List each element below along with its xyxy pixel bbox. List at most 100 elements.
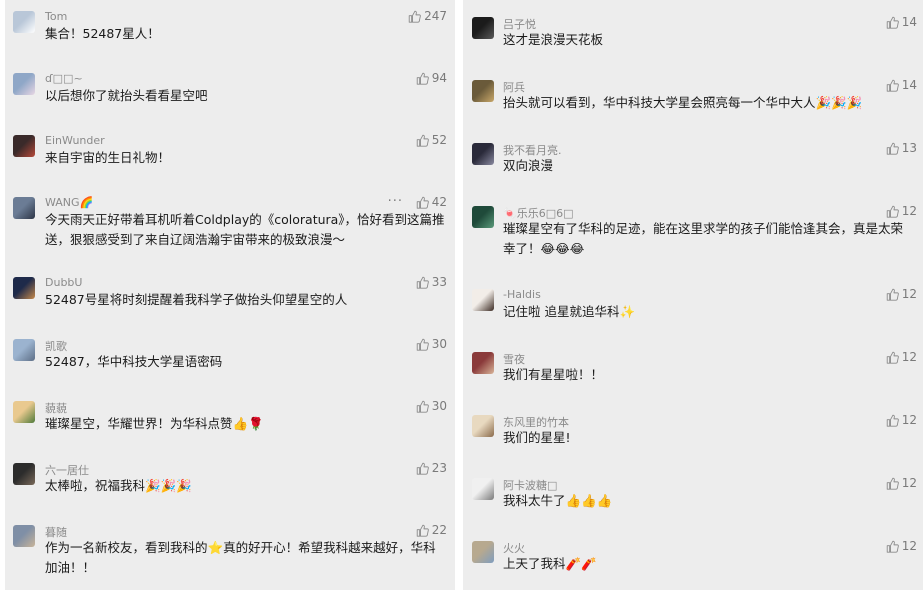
comment-text: 集合！52487星人！ [45,26,160,41]
comment-text: 记住啦 追星就追华科✨ [503,304,636,319]
avatar[interactable] [472,415,494,437]
like-button[interactable]: 12 [886,287,917,301]
like-count: 247 [424,9,447,23]
comment-text: 上天了我科🧨🧨 [503,556,597,571]
like-count: 22 [431,523,447,537]
like-count: 12 [901,204,917,218]
comment-item: 暮随 22 作为一名新校友，看到我科的⭐真的好开心！希望我科越来越好，华科加油！… [5,523,455,585]
comment-text: 作为一名新校友，看到我科的⭐真的好开心！希望我科越来越好，华科加油！！ [45,540,436,575]
like-count: 42 [431,195,447,209]
avatar[interactable] [472,541,494,563]
like-button[interactable]: 12 [886,204,917,218]
avatar[interactable] [13,73,35,95]
like-button[interactable]: 13 [886,141,917,155]
thumbs-up-icon [886,477,899,490]
thumbs-up-icon [886,540,899,553]
thumbs-up-icon [886,351,899,364]
like-button[interactable]: 42 [416,195,447,209]
comment-item: 我不看月亮. 13 双向浪漫 [463,141,923,203]
comment-text: 璀璨星空，华耀世界！为华科点赞👍🌹 [45,416,264,431]
avatar[interactable] [13,401,35,423]
like-count: 14 [901,78,917,92]
left-comment-panel: Tom 247 集合！52487星人！ ɗ□□~ 94 以后想你了就抬头看看星空… [5,0,455,590]
comment-text: 52487，华中科技大学星语密码 [45,354,223,369]
avatar[interactable] [472,17,494,39]
thumbs-up-icon [416,524,429,537]
avatar[interactable] [472,80,494,102]
like-count: 13 [901,141,917,155]
comment-item: 🍬乐乐6□6□ 12 璀璨星空有了华科的足迹，能在这里求学的孩子们能恰逢其会，真… [463,204,923,266]
comment-nickname: Tom [45,10,68,23]
thumbs-up-icon [416,134,429,147]
avatar[interactable] [13,135,35,157]
avatar[interactable] [472,289,494,311]
thumbs-up-icon [886,142,899,155]
comment-item: -Haldis 12 记住啦 追星就追华科✨ [463,287,923,349]
avatar[interactable] [13,197,35,219]
more-options-icon[interactable]: ··· [388,194,403,209]
avatar[interactable] [472,143,494,165]
like-count: 94 [431,71,447,85]
thumbs-up-icon [416,462,429,475]
avatar[interactable] [472,206,494,228]
avatar[interactable] [13,525,35,547]
like-count: 12 [901,287,917,301]
like-button[interactable]: 12 [886,539,917,553]
thumbs-up-icon [886,288,899,301]
like-button[interactable]: 22 [416,523,447,537]
comment-text: 抬头就可以看到，华中科技大学星会照亮每一个华中大人🎉🎉🎉 [503,95,863,110]
comment-item: EinWunder 52 来自宇宙的生日礼物！ [5,133,455,195]
comment-text: 我们有星星啦！！ [503,367,604,382]
like-button[interactable]: 23 [416,461,447,475]
avatar[interactable] [13,339,35,361]
right-comment-panel: 吕子悦 14 这才是浪漫天花板 阿兵 14 抬头就可以看到，华中科技大学星会照亮… [463,0,923,590]
comment-text: 太棒啦，祝福我科🎉🎉🎉 [45,478,192,493]
like-button[interactable]: 14 [886,78,917,92]
comment-item: 凯歌 30 52487，华中科技大学星语密码 [5,337,455,399]
thumbs-up-icon [416,400,429,413]
like-button[interactable]: 94 [416,71,447,85]
comment-text: 璀璨星空有了华科的足迹，能在这里求学的孩子们能恰逢其会，真是太荣幸了！😂😂😂 [503,221,904,256]
comment-item: 藐藐 30 璀璨星空，华耀世界！为华科点赞👍🌹 [5,399,455,461]
comment-text: 我科太牛了👍👍👍 [503,493,613,508]
avatar[interactable] [472,478,494,500]
comment-nickname: EinWunder [45,134,105,147]
thumbs-up-icon [416,276,429,289]
like-count: 30 [431,399,447,413]
avatar[interactable] [13,277,35,299]
avatar[interactable] [13,463,35,485]
comment-nickname: ɗ□□~ [45,72,83,85]
like-button[interactable]: 14 [886,15,917,29]
like-button[interactable]: 33 [416,275,447,289]
comment-nickname: -Haldis [503,288,541,301]
like-button[interactable]: 12 [886,413,917,427]
thumbs-up-icon [886,205,899,218]
comment-item: 东风里的竹本 12 我们的星星! [463,413,923,475]
like-count: 12 [901,476,917,490]
thumbs-up-icon [886,79,899,92]
like-count: 12 [901,350,917,364]
thumbs-up-icon [886,16,899,29]
comment-item: ɗ□□~ 94 以后想你了就抬头看看星空吧 [5,71,455,133]
like-button[interactable]: 30 [416,399,447,413]
avatar[interactable] [472,352,494,374]
comment-text: 双向浪漫 [503,158,554,173]
comment-text: 我们的星星! [503,430,571,445]
thumbs-up-icon [408,10,421,23]
comment-item: 阿卡波糖□ 12 我科太牛了👍👍👍 [463,476,923,538]
comment-item: 阿兵 14 抬头就可以看到，华中科技大学星会照亮每一个华中大人🎉🎉🎉 [463,78,923,140]
comment-item: 六一居仕 23 太棒啦，祝福我科🎉🎉🎉 [5,461,455,523]
like-count: 23 [431,461,447,475]
avatar[interactable] [13,11,35,33]
like-button[interactable]: 52 [416,133,447,147]
thumbs-up-icon [416,72,429,85]
comment-text: 今天雨天正好带着耳机听着Coldplay的《coloratura》，恰好看到这篇… [45,212,445,247]
like-button[interactable]: 12 [886,350,917,364]
like-button[interactable]: 30 [416,337,447,351]
comment-text: 这才是浪漫天花板 [503,32,604,47]
comment-item: WANG🌈 ··· 42 今天雨天正好带着耳机听着Coldplay的《color… [5,194,455,257]
like-button[interactable]: 12 [886,476,917,490]
comment-item: 雪夜 12 我们有星星啦！！ [463,350,923,412]
like-button[interactable]: 247 [408,9,447,23]
comment-text: 以后想你了就抬头看看星空吧 [45,88,208,103]
